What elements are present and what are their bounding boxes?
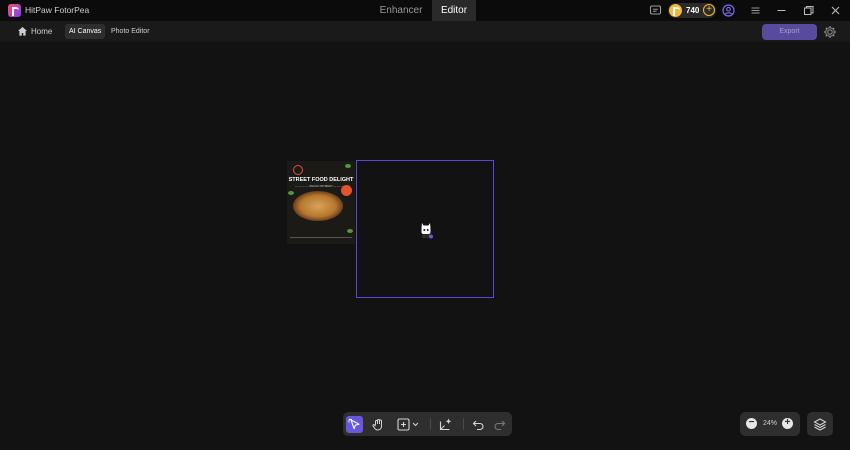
select-tool-icon[interactable]: [346, 416, 363, 433]
zoom-out-button[interactable]: −: [746, 418, 757, 429]
account-icon[interactable]: [722, 4, 735, 17]
tab-enhancer[interactable]: Enhancer: [370, 0, 432, 21]
feedback-icon[interactable]: [649, 4, 662, 17]
poster-logo: [293, 165, 303, 175]
layers-icon: [813, 418, 827, 431]
redo-icon[interactable]: [491, 416, 508, 433]
poster-image[interactable]: STREET FOOD DELIGHT — — — — SNACK PAYMEN…: [287, 161, 355, 244]
chevron-down-icon[interactable]: [412, 422, 419, 427]
divider: [463, 418, 464, 430]
leaf-decoration: [288, 191, 294, 195]
add-frame-icon[interactable]: [395, 416, 412, 433]
poster-badge: [341, 185, 352, 196]
zoom-level: 24%: [762, 420, 777, 427]
zoom-controls: − 24% +: [740, 412, 800, 436]
title-bar: HitPaw FotorPea Enhancer Editor 740 +: [0, 0, 850, 21]
add-credits-icon[interactable]: +: [703, 4, 715, 16]
poster-footer: [290, 237, 352, 241]
food-bowl-image: [293, 191, 343, 221]
divider: [430, 418, 431, 430]
zoom-in-button[interactable]: +: [782, 418, 793, 429]
sub-toolbar: Home AI Canvas Photo Editor: [0, 21, 850, 42]
restore-icon[interactable]: [802, 4, 815, 17]
mascot-cursor-icon: [421, 223, 433, 239]
tab-photo-editor[interactable]: Photo Editor: [107, 24, 154, 39]
leaf-decoration: [347, 229, 353, 233]
minimize-icon[interactable]: [775, 4, 788, 17]
menu-icon[interactable]: [749, 4, 762, 17]
home-label: Home: [31, 27, 53, 36]
app-logo-icon: [8, 4, 21, 17]
tab-editor[interactable]: Editor: [432, 0, 476, 21]
coin-icon: [669, 4, 682, 17]
ai-generate-icon[interactable]: [437, 416, 454, 433]
app-name: HitPaw FotorPea: [25, 5, 90, 15]
credits-count: 740: [686, 6, 700, 15]
close-icon[interactable]: [829, 4, 842, 17]
undo-icon[interactable]: [470, 416, 487, 433]
home-icon: [18, 27, 27, 36]
layers-button[interactable]: [807, 412, 833, 436]
tab-ai-canvas[interactable]: AI Canvas: [65, 24, 106, 39]
canvas-toolbar: [343, 412, 512, 436]
export-button[interactable]: Export: [762, 24, 817, 40]
leaf-decoration: [345, 164, 351, 168]
hand-tool-icon[interactable]: [370, 416, 387, 433]
settings-gear-icon[interactable]: [823, 25, 837, 39]
poster-title: STREET FOOD DELIGHT: [288, 177, 354, 183]
